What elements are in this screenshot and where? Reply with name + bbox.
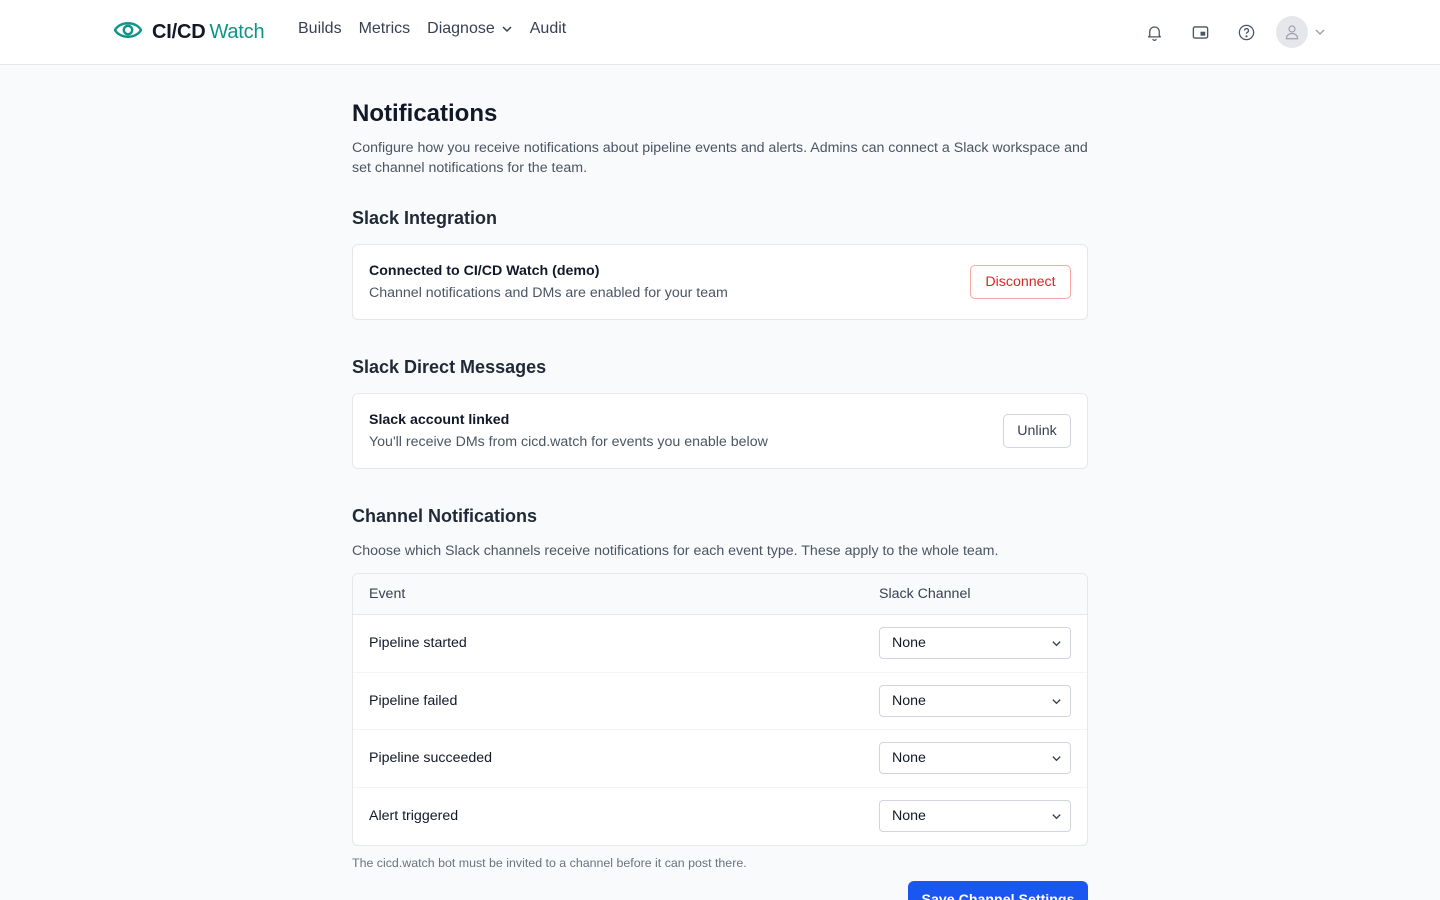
slack-integration-info: Connected to CI/CD Watch (demo) Channel …: [369, 261, 728, 303]
slack-dm-title: Slack Direct Messages: [352, 357, 547, 377]
connection-status: Connected to CI/CD Watch (demo): [369, 263, 600, 279]
connection-subtitle: Channel notifications and DMs are enable…: [369, 285, 728, 301]
user-menu[interactable]: [1276, 16, 1326, 48]
workspace-name: CI/CD Watch (demo): [463, 263, 600, 279]
main-content: Notifications Configure how you receive …: [352, 100, 1088, 900]
disconnect-button[interactable]: Disconnect: [970, 265, 1071, 299]
event-name: Pipeline succeeded: [369, 750, 493, 767]
picture-in-picture-icon: [1192, 25, 1208, 39]
unlink-button[interactable]: Unlink: [1003, 414, 1071, 448]
picture-in-picture-button[interactable]: [1187, 19, 1213, 45]
slack-dm-info: Slack account linked You'll receive DMs …: [369, 410, 768, 452]
chevron-down-icon: [1052, 641, 1061, 647]
slack-dm-card: Slack account linked You'll receive DMs …: [352, 393, 1088, 469]
slack-integration-title: Slack Integration: [352, 208, 498, 228]
table-row: Pipeline failed None: [353, 673, 1087, 730]
page-description: Configure how you receive notifications …: [352, 140, 1088, 176]
bell-icon: [1147, 25, 1161, 41]
nav-builds[interactable]: Builds: [298, 20, 342, 38]
nav-diagnose-label: Diagnose: [427, 20, 495, 37]
table-header: Event Slack Channel: [353, 574, 1087, 615]
chevron-down-icon: [1052, 756, 1061, 762]
help-icon: [1238, 24, 1254, 40]
avatar: [1276, 16, 1308, 48]
channel-notifications-description: Choose which Slack channels receive noti…: [352, 543, 999, 559]
event-name: Pipeline started: [369, 635, 467, 652]
user-icon: [1285, 25, 1299, 40]
bot-invite-note: The cicd.watch bot must be invited to a …: [352, 856, 747, 870]
channel-select-pipeline-failed[interactable]: None: [879, 684, 1071, 717]
channel-select-alert-triggered[interactable]: None: [879, 800, 1071, 833]
nav-metrics[interactable]: Metrics: [359, 20, 411, 38]
table-row: Pipeline started None: [353, 615, 1087, 673]
table-row: Pipeline succeeded None: [353, 730, 1087, 788]
column-header-event: Event: [369, 586, 406, 602]
eye-icon: [113, 18, 143, 47]
page-title: Notifications: [352, 100, 498, 127]
chevron-down-icon: [1315, 29, 1325, 36]
save-channel-settings-button[interactable]: Save Channel Settings: [908, 881, 1088, 900]
chevron-down-icon: [1052, 814, 1061, 820]
dm-status: Slack account linked: [369, 412, 510, 428]
channel-select-pipeline-succeeded[interactable]: None: [879, 742, 1071, 775]
chevron-down-icon: [1052, 698, 1061, 705]
table-row: Alert triggered None: [353, 788, 1087, 846]
top-navbar: CI/CD Watch Builds Metrics Diagnose Audit: [0, 0, 1440, 65]
notifications-button[interactable]: [1141, 19, 1167, 45]
brand-name: CI/CD Watch: [152, 20, 265, 43]
dm-subtitle: You'll receive DMs from cicd.watch for e…: [369, 434, 768, 450]
help-button[interactable]: [1233, 19, 1259, 45]
nav-audit[interactable]: Audit: [530, 20, 566, 38]
channel-notifications-table: Event Slack Channel Pipeline started Non…: [352, 573, 1088, 846]
event-name: Pipeline failed: [369, 692, 458, 709]
slack-integration-card: Connected to CI/CD Watch (demo) Channel …: [352, 244, 1088, 320]
channel-notifications-title: Channel Notifications: [352, 506, 538, 526]
channel-select-pipeline-started[interactable]: None: [879, 627, 1071, 660]
brand-logo[interactable]: CI/CD Watch: [113, 18, 265, 47]
nav-diagnose[interactable]: Diagnose: [427, 20, 513, 38]
main-nav: Builds Metrics Diagnose Audit: [298, 20, 583, 38]
column-header-slack-channel: Slack Channel: [879, 586, 971, 602]
chevron-down-icon: [502, 26, 512, 33]
event-name: Alert triggered: [369, 808, 459, 825]
